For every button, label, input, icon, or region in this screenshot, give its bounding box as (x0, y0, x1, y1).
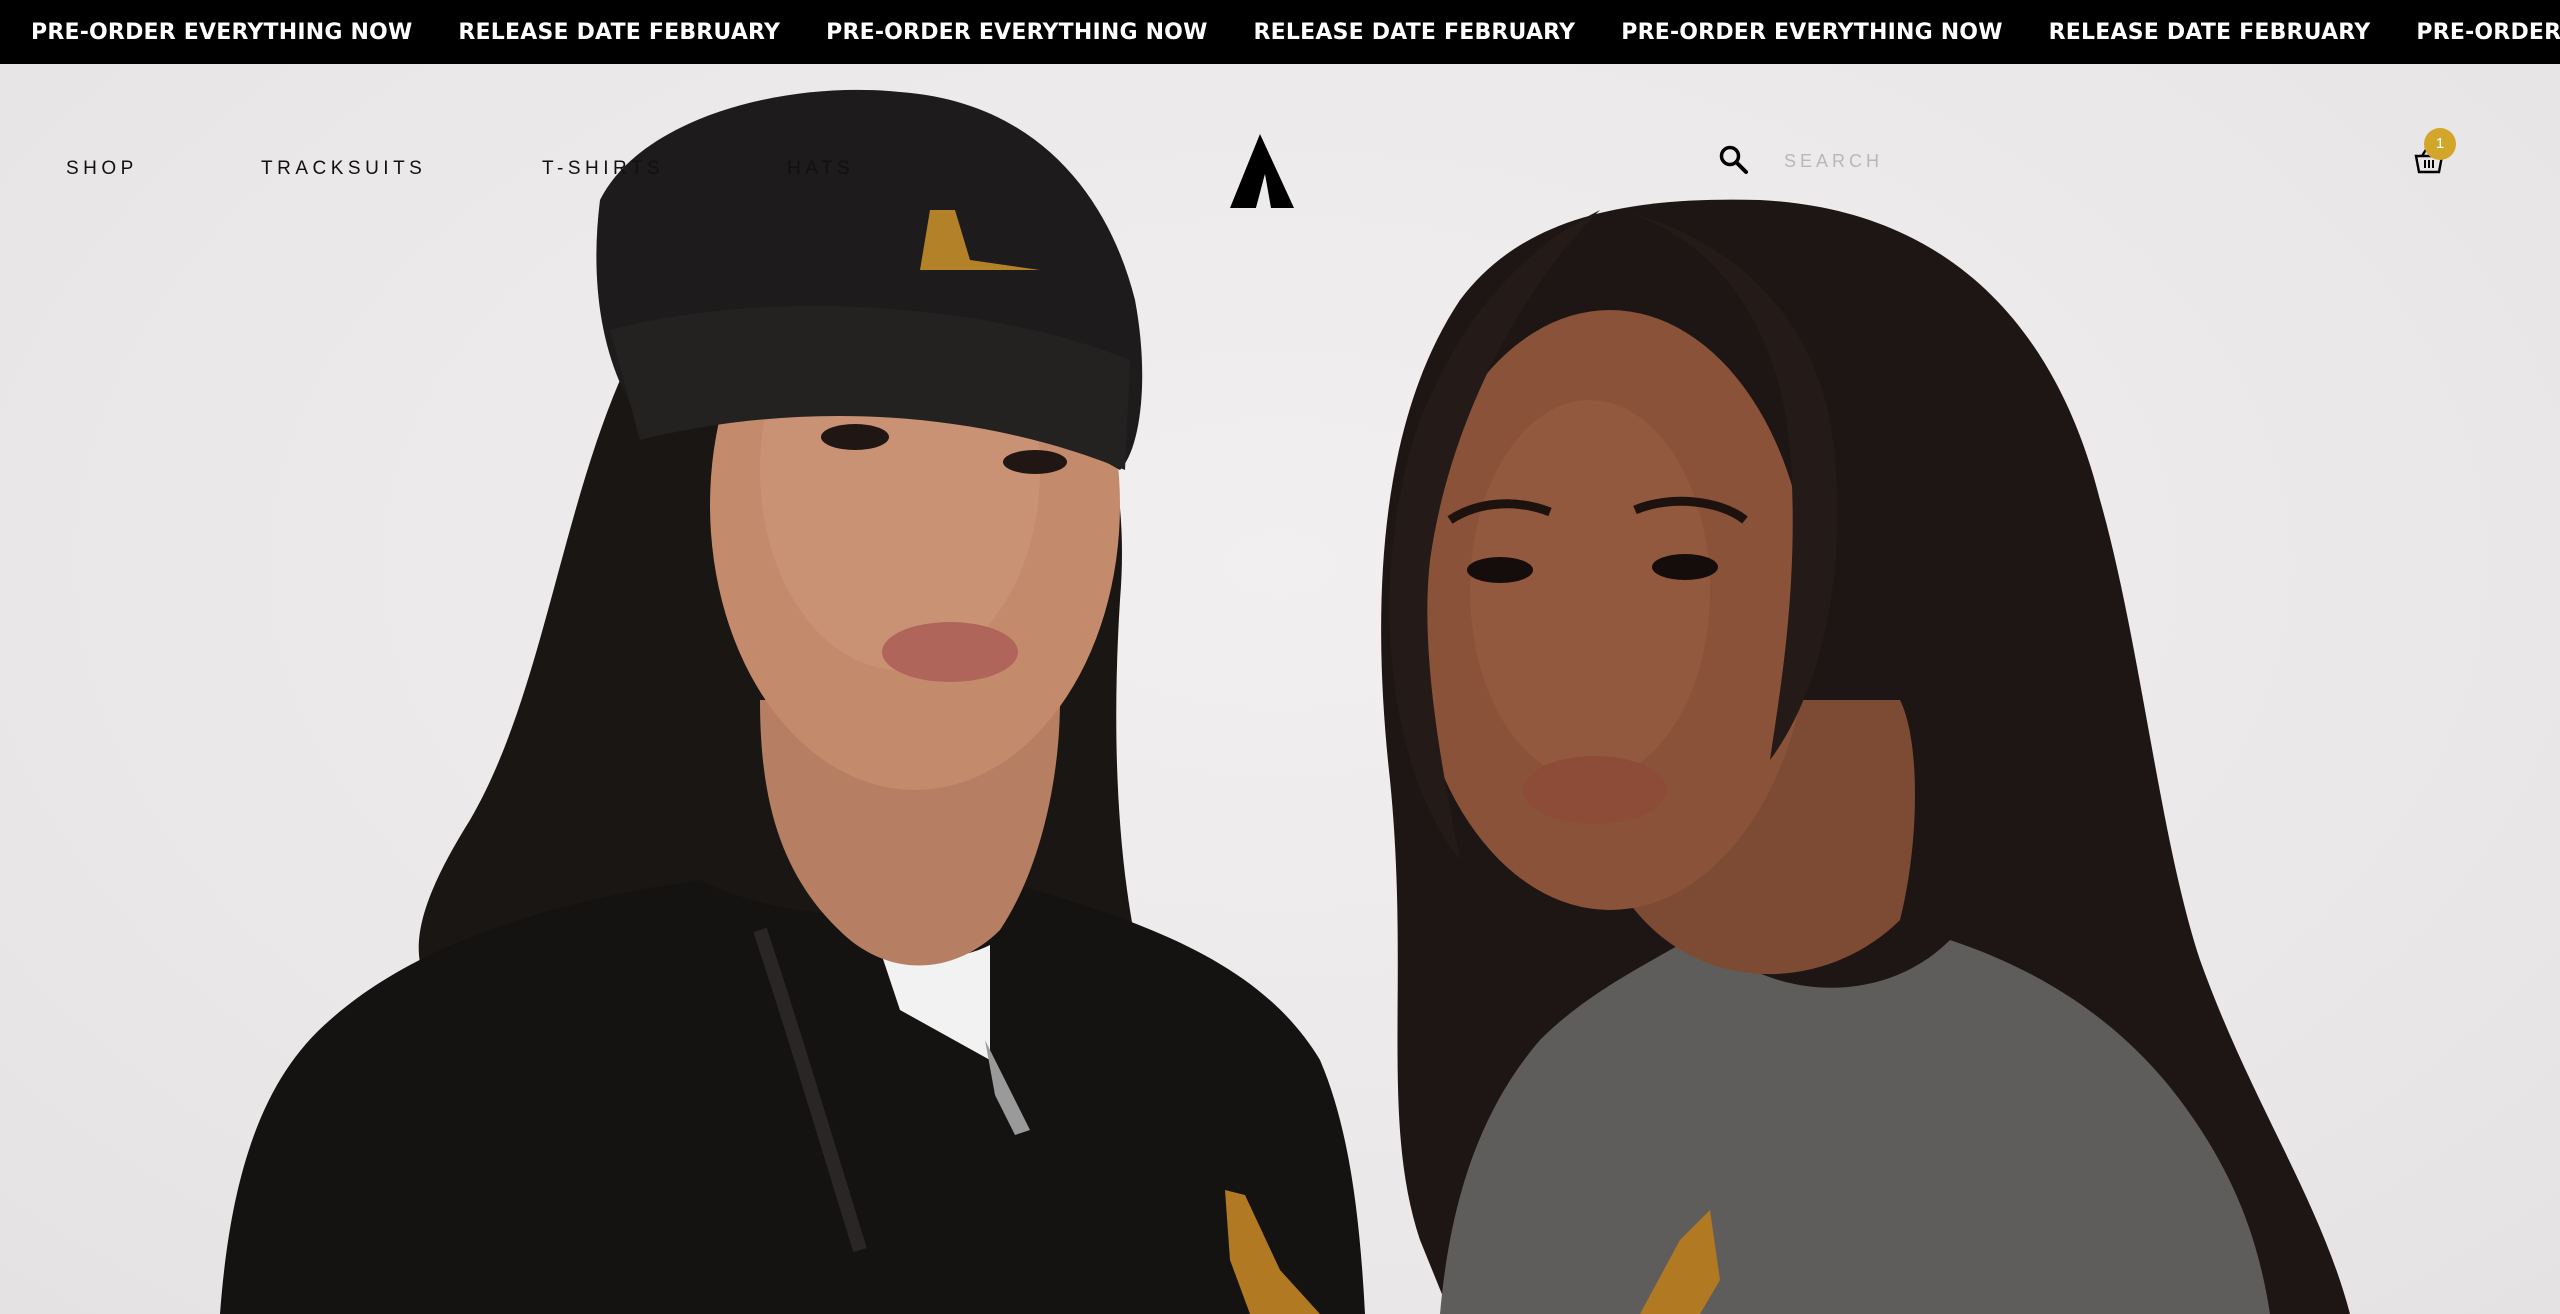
site-header (0, 64, 2560, 214)
left-model-hoodie (220, 880, 1365, 1314)
left-model-eye-left (821, 424, 889, 450)
right-model-eye-right (1652, 554, 1718, 580)
left-model-eye-right (1003, 450, 1067, 474)
ticker-item: PRE-ORDER EVERYTHING NOW (2416, 19, 2560, 45)
ticker-item: RELEASE DATE FEBRUARY (458, 19, 781, 45)
announcement-ticker: PRE-ORDER EVERYTHING NOW RELEASE DATE FE… (0, 0, 2560, 64)
right-model-eye-left (1467, 557, 1533, 583)
right-model-face-highlight (1470, 400, 1710, 780)
ticker-track: PRE-ORDER EVERYTHING NOW RELEASE DATE FE… (31, 0, 2560, 64)
right-model-lips (1523, 756, 1667, 824)
left-model-lips (882, 622, 1018, 682)
ticker-item: RELEASE DATE FEBRUARY (1253, 19, 1576, 45)
ticker-item: RELEASE DATE FEBRUARY (2048, 19, 2371, 45)
hero-illustration (220, 89, 2350, 1314)
hero-image (0, 64, 2560, 1314)
ticker-item: PRE-ORDER EVERYTHING NOW (31, 19, 413, 45)
ticker-item: PRE-ORDER EVERYTHING NOW (1621, 19, 2003, 45)
ticker-item: PRE-ORDER EVERYTHING NOW (826, 19, 1208, 45)
